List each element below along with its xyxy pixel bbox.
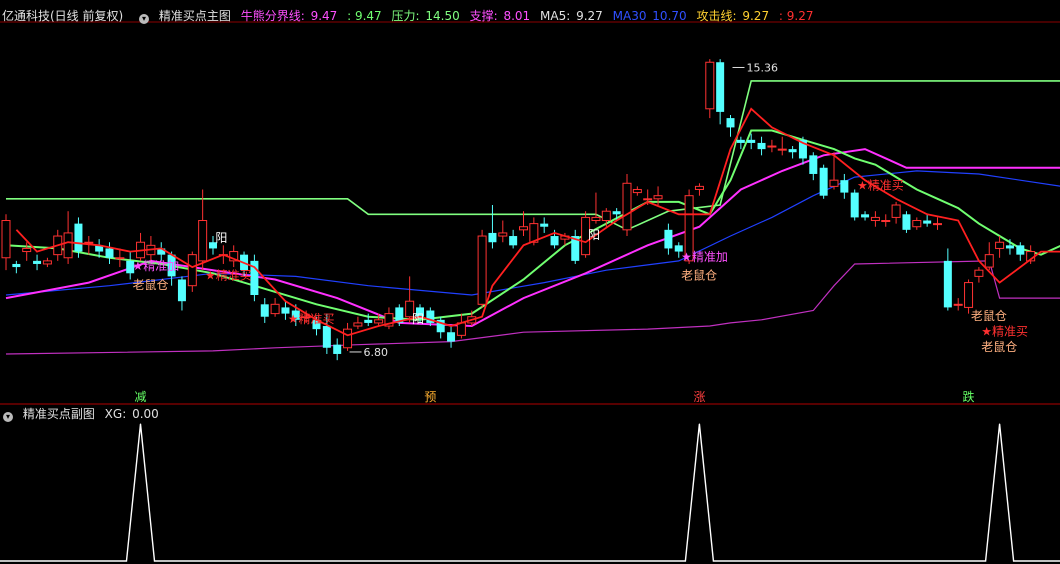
xg-peak [999, 423, 1001, 425]
xg-label: XG: [104, 407, 127, 421]
xg-value: 0.00 [132, 407, 159, 421]
ma5-value: 9.27 [576, 9, 603, 23]
sub-chart-header: ▾ 精准买点副图 XG: 0.00 [0, 405, 165, 423]
attack-line-value: 9.27 [742, 9, 770, 23]
attack-line-value-2: : 9.27 [778, 9, 814, 23]
chevron-down-icon[interactable]: ▾ [139, 14, 150, 24]
indicator-name: 精准买点主图 [158, 9, 231, 23]
ma30-label: MA30 [612, 9, 647, 23]
pressure-label: 压力: [391, 9, 420, 23]
main-chart-header: 亿通科技(日线 前复权) ▾ 精准买点主图 牛熊分界线: 9.47 : 9.47… [2, 7, 819, 25]
sub-signal-chart[interactable] [0, 0, 1060, 564]
top-menu-strip [0, 0, 1060, 6]
xg-signal-line [0, 423, 1060, 562]
support-label: 支撑: [469, 9, 498, 23]
chevron-down-icon[interactable]: ▾ [3, 412, 13, 422]
stock-title: 亿通科技(日线 前复权) [2, 9, 124, 23]
xg-peak [140, 423, 142, 425]
bull-bear-value-2: : 9.47 [347, 9, 382, 23]
pressure-value: 14.50 [425, 9, 460, 23]
ma30-value: 10.70 [652, 9, 687, 23]
ma5-label: MA5: [540, 9, 571, 23]
bull-bear-value: 9.47 [310, 9, 338, 23]
sub-indicator-name: 精准买点副图 [22, 407, 95, 421]
bull-bear-label: 牛熊分界线: [240, 9, 305, 23]
xg-peak [698, 423, 700, 425]
attack-line-label: 攻击线: [696, 9, 737, 23]
support-value: 8.01 [503, 9, 531, 23]
